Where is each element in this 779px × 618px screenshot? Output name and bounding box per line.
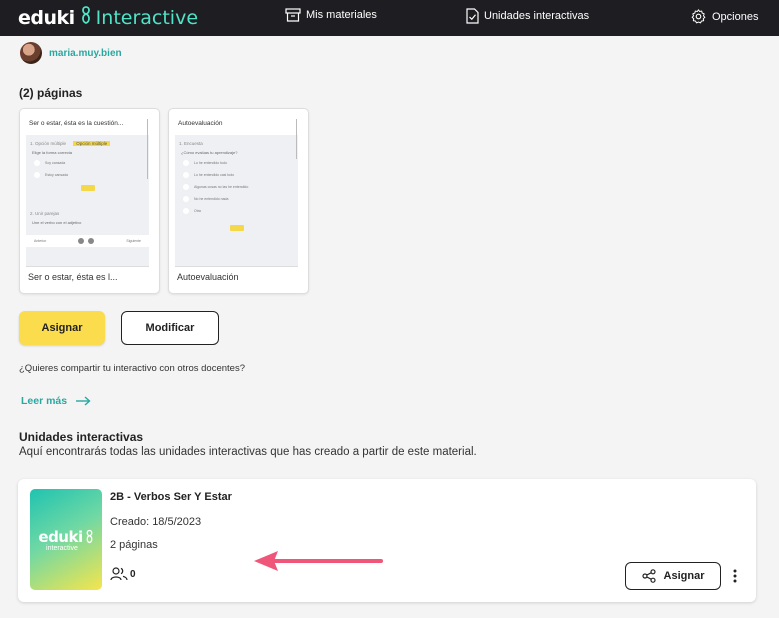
preview-option-text: Lo he entendido casi todo (194, 173, 235, 177)
page-card-label: Ser o estar, ésta es l... (28, 272, 118, 282)
preview-option: Lo he entendido todo (175, 157, 298, 169)
assign-button[interactable]: Asignar (19, 311, 105, 345)
preview-option-text: Lo he entendido todo (194, 161, 227, 165)
top-bar: eduki Interactive Mis materiales Unidade… (0, 0, 779, 36)
preview-question: Elige la forma correcta (32, 150, 73, 155)
unit-created-date: Creado: 18/5/2023 (110, 516, 202, 528)
preview-footer-left: Anterior (34, 239, 47, 243)
preview-option: Estoy cansada (26, 169, 149, 181)
preview-footer: Anterior Siguiente (26, 235, 149, 247)
users-icon (110, 567, 128, 581)
nav-unidades-interactivas-label: Unidades interactivas (484, 10, 590, 22)
preview-section-label: 2. Unir parejas (30, 211, 60, 216)
preview-title: Autoevaluación (175, 113, 298, 135)
preview-scrollbar (147, 119, 148, 179)
author[interactable]: maria.muy.bien (20, 42, 122, 64)
logo-knot-icon (80, 5, 92, 30)
page-card-label: Autoevaluación (177, 272, 239, 282)
preview-option-text: Algunas cosas no las he entendido (194, 185, 249, 189)
nav-unidades-interactivas[interactable]: Unidades interactivas (466, 8, 589, 24)
preview-option: No he entendido nada (175, 193, 298, 205)
archive-box-icon (285, 8, 301, 22)
units-section-description: Aquí encontrarás todas las unidades inte… (19, 446, 477, 458)
units-section-title: Unidades interactivas (19, 430, 144, 444)
preview-question: Une el verbo con el adjetivo (32, 220, 82, 225)
preview-option: Soy cansada (26, 157, 149, 169)
preview-section: 1. Opción múltiple Opción múltiple (26, 135, 149, 148)
pages-count-title: (2) páginas (19, 86, 83, 100)
read-more-link[interactable]: Leer más (21, 395, 91, 407)
preview-option: Otra (175, 205, 298, 217)
preview-question: ¿Cómo evalúas tu aprendizaje? (181, 150, 238, 155)
preview-option: Lo he entendido casi todo (175, 169, 298, 181)
preview-button (80, 185, 95, 191)
preview-option-text: Estoy cansada (45, 173, 68, 177)
nav-opciones[interactable]: Opciones (690, 8, 758, 25)
preview-option-text: No he entendido nada (194, 197, 229, 201)
logo-interactive-text: Interactive (95, 6, 199, 29)
page-card[interactable]: Autoevaluación 1. Encuesta ¿Cómo evalúas… (168, 108, 309, 294)
author-name[interactable]: maria.muy.bien (49, 48, 122, 59)
unit-name[interactable]: 2B - Verbos Ser Y Estar (110, 491, 232, 503)
modify-button[interactable]: Modificar (121, 311, 219, 345)
share-question: ¿Quieres compartir tu interactivo con ot… (19, 363, 245, 374)
preview-scrollbar (296, 119, 297, 159)
material-detail-panel: maria.muy.bien (2) páginas Ser o estar, … (0, 36, 779, 618)
preview-tag: Opción múltiple (73, 141, 111, 146)
unit-users-count: 0 (110, 567, 136, 581)
unit-thumb-interactive: interactive (46, 544, 78, 552)
document-check-icon (466, 8, 479, 24)
interactive-unit-card[interactable]: eduki interactive 2B - Verbos Ser Y Esta… (18, 479, 756, 602)
preview-section-label: 1. Encuesta (179, 141, 203, 146)
unit-assign-button[interactable]: Asignar (625, 562, 721, 590)
preview-section-label: 1. Opción múltiple (30, 141, 67, 146)
arrow-right-icon (76, 396, 91, 406)
unit-thumb-logo: eduki (38, 528, 93, 546)
page-card[interactable]: Ser o estar, ésta es la cuestión... 1. O… (19, 108, 160, 294)
preview-title: Ser o estar, ésta es la cuestión... (26, 113, 149, 135)
preview-option-text: Otra (194, 209, 201, 213)
avatar (20, 42, 42, 64)
page-preview: Ser o estar, ésta es la cuestión... 1. O… (26, 113, 149, 267)
unit-thumbnail: eduki interactive (30, 489, 102, 590)
unit-assign-label: Asignar (663, 570, 705, 582)
nav-mis-materiales-label: Mis materiales (306, 9, 377, 21)
preview-option-text: Soy cansada (45, 161, 66, 165)
share-icon (641, 569, 656, 583)
preview-footer-right: Siguiente (126, 239, 141, 243)
unit-pages-count: 2 páginas (110, 539, 158, 551)
app-logo[interactable]: eduki Interactive (18, 5, 198, 30)
nav-mis-materiales[interactable]: Mis materiales (285, 8, 377, 22)
logo-eduki-text: eduki (18, 6, 75, 29)
nav-opciones-label: Opciones (712, 10, 759, 23)
logo-knot-icon (86, 529, 93, 544)
annotation-arrow (254, 551, 383, 571)
unit-users-value: 0 (130, 568, 136, 580)
preview-button (229, 225, 244, 231)
read-more-label: Leer más (21, 395, 68, 407)
gear-icon (691, 9, 706, 24)
preview-option: Algunas cosas no las he entendido (175, 181, 298, 193)
page-preview: Autoevaluación 1. Encuesta ¿Cómo evalúas… (175, 113, 298, 267)
more-options-icon[interactable] (730, 567, 740, 585)
unit-thumb-eduki: eduki (38, 527, 83, 546)
